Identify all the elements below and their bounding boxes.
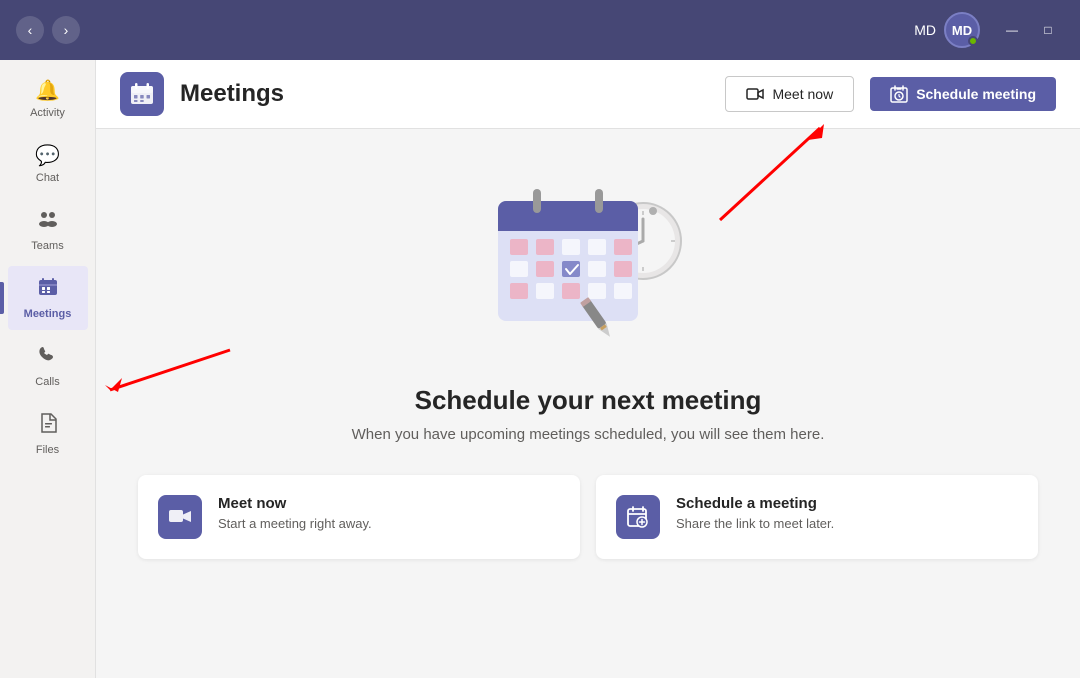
sidebar-item-chat[interactable]: 💬 Chat [8,133,88,194]
teams-icon [37,208,59,236]
files-icon [37,412,59,440]
card-schedule-subtitle: Share the link to meet later. [676,516,834,531]
back-button[interactable]: ‹ [16,16,44,44]
maximize-button[interactable]: □ [1032,18,1064,42]
minimize-button[interactable]: — [996,18,1028,42]
content-area: Meetings Meet now Schedule meeting [96,60,1080,678]
sidebar-label-teams: Teams [31,240,63,252]
forward-button[interactable]: › [52,16,80,44]
status-dot [968,36,978,46]
sidebar-item-activity[interactable]: 🔔 Activity [8,68,88,129]
sidebar-item-teams[interactable]: Teams [8,198,88,262]
sidebar-item-calls[interactable]: Calls [8,334,88,398]
calendar-illustration [478,161,698,361]
sidebar-label-meetings: Meetings [24,308,72,320]
card-meet-now-text: Meet now Start a meeting right away. [218,495,372,531]
sidebar-label-activity: Activity [30,107,65,119]
window-controls: — □ [996,18,1064,42]
titlebar: ‹ › MD MD — □ [0,0,1080,60]
page-header: Meetings Meet now Schedule meeting [96,60,1080,129]
camera-icon [746,85,764,103]
video-camera-icon [168,505,192,529]
sidebar-item-files[interactable]: Files [8,402,88,466]
card-schedule-title: Schedule a meeting [676,495,834,512]
page-icon [120,72,164,116]
sidebar-label-files: Files [36,444,59,456]
meetings-icon [37,276,59,304]
avatar[interactable]: MD [944,12,980,48]
meet-now-label: Meet now [772,86,833,102]
calls-icon [37,344,59,372]
hero-subtitle: When you have upcoming meetings schedule… [352,426,825,443]
card-schedule-text: Schedule a meeting Share the link to mee… [676,495,834,531]
sidebar-label-calls: Calls [35,376,59,388]
card-schedule-meeting: Schedule a meeting Share the link to mee… [596,475,1038,559]
card-meet-now: Meet now Start a meeting right away. [138,475,580,559]
user-initials-label: MD [914,22,936,38]
schedule-icon [890,85,908,103]
page-title: Meetings [180,80,709,108]
main-layout: 🔔 Activity 💬 Chat Teams [0,60,1080,678]
card-meet-now-icon [158,495,202,539]
activity-icon: 🔔 [35,78,60,103]
user-info: MD MD [914,12,980,48]
sidebar-label-chat: Chat [36,172,59,184]
chat-icon: 💬 [35,143,60,168]
calendar-plus-icon [626,505,650,529]
main-content: Schedule your next meeting When you have… [96,129,1080,678]
sidebar: 🔔 Activity 💬 Chat Teams [0,60,96,678]
card-schedule-icon [616,495,660,539]
card-meet-now-title: Meet now [218,495,372,512]
meet-now-button[interactable]: Meet now [725,76,854,112]
card-meet-now-subtitle: Start a meeting right away. [218,516,372,531]
sidebar-item-meetings[interactable]: Meetings [8,266,88,330]
schedule-meeting-label: Schedule meeting [916,86,1036,102]
schedule-meeting-button[interactable]: Schedule meeting [870,77,1056,111]
cards-row: Meet now Start a meeting right away. [138,475,1038,559]
hero-title: Schedule your next meeting [415,385,762,416]
nav-buttons: ‹ › [16,16,80,44]
